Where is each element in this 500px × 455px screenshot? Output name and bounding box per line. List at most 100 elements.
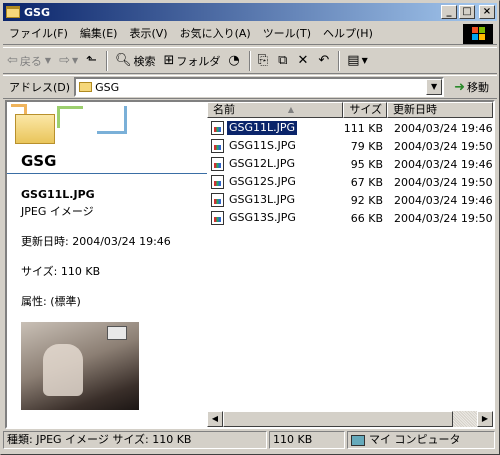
close-button[interactable]: × [479, 5, 495, 19]
folder-icon [79, 82, 93, 92]
move-to-icon: ⎘ [257, 53, 269, 68]
move-to-button[interactable]: ⎘ [254, 50, 274, 72]
back-button[interactable]: ⇦ 戻る ▼ [3, 50, 55, 72]
file-row[interactable]: GSG11S.JPG 79 KB 2004/03/24 19:50 [207, 137, 493, 155]
address-value: GSG [95, 80, 120, 94]
banner-decoration [57, 106, 83, 128]
delete-icon: ✕ [297, 53, 309, 68]
delete-button[interactable]: ✕ [293, 50, 314, 72]
folder-title: GSG [21, 152, 57, 170]
windows-logo-icon [463, 24, 493, 44]
explorer-window: GSG _ □ × ファイル(F) 編集(E) 表示(V) お気に入り(A) ツ… [0, 0, 500, 455]
search-icon: 🔍︎ [115, 53, 132, 68]
toolbar-separator [338, 50, 341, 71]
menu-edit[interactable]: 編集(E) [74, 25, 124, 43]
copy-to-button[interactable]: ⧉ [274, 50, 293, 72]
menu-tools[interactable]: ツール(T) [257, 25, 317, 43]
views-icon: ▤ [347, 53, 360, 68]
menu-view[interactable]: 表示(V) [123, 25, 173, 43]
title-bar[interactable]: GSG _ □ × [3, 3, 497, 21]
back-label: 戻る [19, 54, 42, 68]
jpeg-file-icon [211, 193, 224, 207]
file-row[interactable]: GSG13S.JPG 66 KB 2004/03/24 19:50 [207, 209, 493, 227]
status-zone: マイ コンピュータ [347, 431, 495, 449]
status-zone-label: マイ コンピュータ [369, 433, 461, 446]
address-bar: アドレス(D) GSG ▼ ➜ 移動 [3, 75, 497, 99]
minimize-button[interactable]: _ [441, 5, 457, 19]
up-folder-button[interactable]: ⬑ [82, 50, 103, 72]
folder-tree-icon: ⊞ [163, 53, 175, 68]
menu-favorites[interactable]: お気に入り(A) [174, 25, 257, 43]
go-arrow-icon: ➜ [454, 79, 465, 95]
scroll-left-button[interactable]: ◀ [207, 411, 223, 427]
forward-arrow-icon: ⇨ [59, 53, 70, 68]
selected-file-attributes: 属性: (標準) [21, 295, 81, 308]
file-list: GSG11L.JPG 111 KB 2004/03/24 19:46 GSG11… [207, 118, 493, 227]
file-name: GSG13S.JPG [229, 211, 296, 224]
folder-icon [6, 6, 20, 18]
history-button[interactable]: ◔ [224, 50, 245, 72]
file-size: 67 KB [350, 175, 383, 189]
folder-banner: GSG [7, 102, 207, 174]
scroll-right-button[interactable]: ▶ [477, 411, 493, 427]
go-label: 移動 [466, 81, 489, 94]
file-date: 2004/03/24 19:50 [394, 175, 493, 189]
address-dropdown-button[interactable]: ▼ [426, 79, 443, 95]
file-name: GSG11L.JPG [225, 120, 299, 136]
selected-file-type: JPEG イメージ [21, 205, 94, 218]
menu-file[interactable]: ファイル(F) [3, 25, 74, 43]
column-header-name[interactable]: 名前 ▲ [207, 102, 343, 118]
file-name: GSG11S.JPG [229, 139, 296, 152]
search-button[interactable]: 🔍︎ 検索 [111, 50, 160, 72]
forward-button[interactable]: ⇨ ▼ [55, 50, 82, 72]
status-info: 種類: JPEG イメージ サイズ: 110 KB [3, 431, 267, 449]
column-header-size[interactable]: サイズ [343, 102, 387, 118]
content-area: GSG GSG11L.JPG JPEG イメージ 更新日時: 2004/03/2… [5, 100, 495, 429]
history-icon: ◔ [228, 53, 240, 68]
go-button[interactable]: ➜ 移動 [454, 79, 489, 95]
copy-to-icon: ⧉ [278, 53, 288, 68]
maximize-button[interactable]: □ [459, 5, 475, 19]
file-name: GSG13L.JPG [229, 193, 296, 206]
file-details: GSG11L.JPG JPEG イメージ 更新日時: 2004/03/24 19… [7, 174, 207, 309]
menu-bar: ファイル(F) 編集(E) 表示(V) お気に入り(A) ツール(T) ヘルプ(… [3, 23, 497, 45]
toolbar: ⇦ 戻る ▼ ⇨ ▼ ⬑ 🔍︎ 検索 ⊞ フォルダ ◔ ⎘ ⧉ ✕ ↶ ▤ ▼ [3, 47, 497, 74]
address-label: アドレス(D) [9, 81, 71, 94]
horizontal-scrollbar[interactable]: ◀ ▶ [207, 411, 493, 427]
jpeg-file-icon [211, 157, 224, 171]
selected-file-name: GSG11L.JPG [21, 188, 95, 201]
file-row[interactable]: GSG11L.JPG 111 KB 2004/03/24 19:46 [207, 119, 493, 137]
file-size: 92 KB [350, 193, 383, 207]
scroll-thumb[interactable] [223, 411, 453, 427]
jpeg-file-icon [211, 211, 224, 225]
column-header-modified[interactable]: 更新日時 [387, 102, 493, 118]
toolbar-separator [248, 50, 251, 71]
selected-file-modified: 更新日時: 2004/03/24 19:46 [21, 235, 171, 248]
status-bar: 種類: JPEG イメージ サイズ: 110 KB 110 KB マイ コンピュ… [3, 431, 497, 451]
undo-button[interactable]: ↶ [314, 50, 335, 72]
address-input[interactable]: GSG ▼ [74, 77, 445, 97]
file-name: GSG12L.JPG [229, 157, 296, 170]
large-folder-icon [15, 114, 55, 144]
sort-ascending-icon: ▲ [287, 105, 294, 114]
status-size: 110 KB [269, 431, 345, 449]
file-row[interactable]: GSG12L.JPG 95 KB 2004/03/24 19:46 [207, 155, 493, 173]
file-date: 2004/03/24 19:50 [394, 211, 493, 225]
file-date: 2004/03/24 19:50 [394, 139, 493, 153]
file-row[interactable]: GSG12S.JPG 67 KB 2004/03/24 19:50 [207, 173, 493, 191]
up-folder-icon: ⬑ [86, 53, 97, 68]
scroll-track[interactable] [223, 411, 477, 427]
file-date: 2004/03/24 19:46 [394, 157, 493, 171]
folders-button[interactable]: ⊞ フォルダ [160, 50, 225, 72]
file-row[interactable]: GSG13L.JPG 92 KB 2004/03/24 19:46 [207, 191, 493, 209]
file-date: 2004/03/24 19:46 [394, 193, 493, 207]
views-button[interactable]: ▤ ▼ [343, 50, 371, 72]
file-date: 2004/03/24 19:46 [394, 121, 493, 135]
image-preview-thumbnail [21, 322, 139, 410]
back-arrow-icon: ⇦ [7, 53, 18, 68]
menu-help[interactable]: ヘルプ(H) [317, 25, 379, 43]
my-computer-icon [351, 434, 365, 446]
search-label: 検索 [133, 54, 156, 68]
window-title: GSG [24, 5, 50, 19]
folders-label: フォルダ [176, 54, 221, 68]
